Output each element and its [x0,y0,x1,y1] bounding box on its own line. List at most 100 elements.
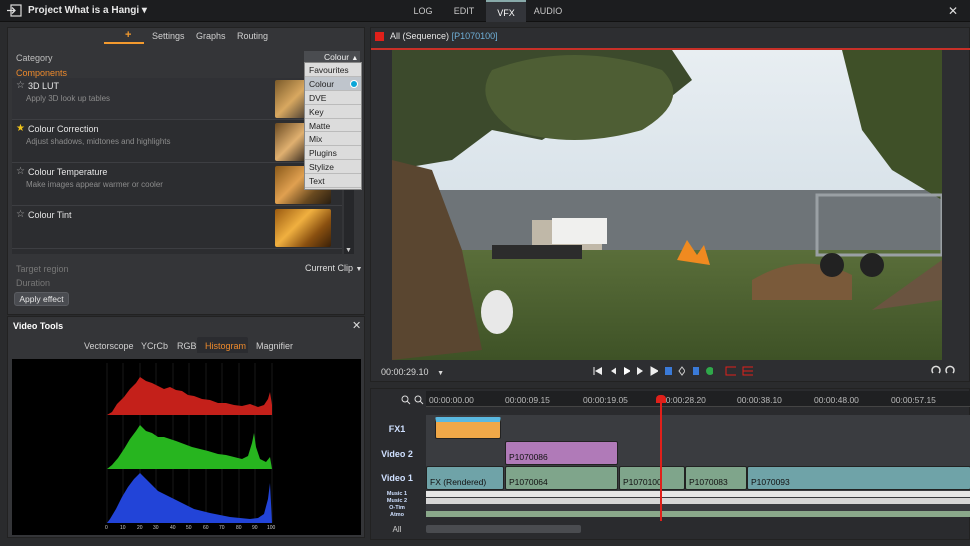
dropdown-item-mix[interactable]: Mix [305,132,361,147]
clip-marker-icon[interactable] [678,366,685,376]
step-forward-icon[interactable] [636,366,644,376]
music2-track[interactable] [426,498,970,504]
close-window-button[interactable]: ✕ [948,4,958,18]
atmo-track[interactable] [426,511,970,517]
zoom-out-icon[interactable] [414,395,424,405]
tab-audio[interactable]: AUDIO [528,0,568,22]
record-icon[interactable] [705,366,713,376]
track-label-all[interactable]: All [371,525,423,534]
tab-vectorscope[interactable]: Vectorscope [84,341,134,351]
safe-area-icon[interactable] [725,366,736,376]
favourite-star-icon[interactable]: ☆ [16,209,25,220]
timeline-panel: 00:00:00.00 00:00:09.15 00:00:19.05 00:0… [370,388,970,540]
list-item[interactable]: ☆ Colour Temperature Make images appear … [12,164,342,206]
grid-overlay-icon[interactable] [742,366,754,376]
skip-to-end-icon[interactable] [650,366,659,376]
track-label-video1[interactable]: Video 1 [371,473,423,483]
video-frame[interactable] [392,50,942,360]
video1-clip[interactable]: FX (Rendered) [426,466,504,490]
mark-in-icon[interactable] [664,366,673,376]
list-item[interactable]: ☆ Colour Tint [12,207,342,249]
video1-clip[interactable]: P1070083 [685,466,747,490]
ruler-label: 00:00:09.15 [505,395,550,405]
play-icon[interactable] [622,366,630,376]
transport-controls [593,364,754,378]
target-region-label: Target region [16,264,69,274]
skip-to-start-icon[interactable] [593,366,602,376]
dropdown-item-favourites[interactable]: Favourites [305,63,361,77]
tab-add-effect[interactable]: + [125,29,131,41]
histogram-green [107,425,272,469]
track-label-music2[interactable]: Music 2 [371,498,423,504]
target-region-select[interactable]: Current Clip ▼ [305,263,362,273]
dropdown-item-dve[interactable]: DVE [305,91,361,105]
axis-tick: 40 [170,525,176,531]
tab-magnifier[interactable]: Magnifier [256,341,293,351]
tab-routing[interactable]: Routing [237,31,268,41]
tab-ycrcb[interactable]: YCrCb [141,341,168,351]
project-title[interactable]: Project What is a Hangi ▾ [28,5,147,16]
video1-clip[interactable]: P1070100 [619,466,685,490]
undo-icon[interactable] [931,365,941,375]
histogram-chart: 0 10 20 30 40 50 60 70 80 90 100 [12,359,361,535]
category-dropdown[interactable]: Favourites Colour DVE Key Matte Mix Plug… [304,62,362,190]
tab-graphs[interactable]: Graphs [196,31,226,41]
apply-effect-button[interactable]: Apply effect [14,292,69,306]
histogram-axis: 0 10 20 30 40 50 60 70 80 90 100 [105,525,276,531]
ruler-label: 00:00:38.10 [737,395,782,405]
active-tab-underline [104,42,144,44]
playhead[interactable] [660,395,662,521]
dropdown-item-plugins[interactable]: Plugins [305,146,361,161]
music1-track[interactable] [426,491,970,497]
effect-name: Colour Tint [28,210,72,220]
track-label-otim[interactable]: O-Tim [371,505,423,511]
axis-tick: 80 [236,525,242,531]
tab-log[interactable]: LOG [404,0,442,22]
duration-label: Duration [16,278,51,288]
favourite-star-icon[interactable]: ☆ [16,166,25,177]
fx-clip[interactable] [435,417,501,439]
dropdown-item-text[interactable]: Text [305,174,361,189]
axis-tick: 100 [267,525,276,531]
favourite-star-icon[interactable]: ★ [16,123,25,134]
tab-rgb[interactable]: RGB [177,341,197,351]
record-indicator-icon [375,32,384,42]
viewer-header: All (Sequence) [P1070100] [375,31,498,42]
effect-name: 3D LUT [28,81,60,91]
track-label-music1[interactable]: Music 1 [371,491,423,497]
list-item[interactable]: ★ Colour Correction Adjust shadows, midt… [12,121,342,163]
timeline-scrollbar[interactable] [426,525,581,533]
list-item[interactable]: ☆ 3D LUT Apply 3D look up tables [12,78,342,120]
dropdown-item-key[interactable]: Key [305,105,361,119]
ruler-label: 00:00:28.20 [661,395,706,405]
exit-icon[interactable] [6,4,22,17]
video2-clip[interactable]: P1070086 [505,441,618,465]
favourite-star-icon[interactable]: ☆ [16,80,25,91]
viewer-timecode[interactable]: 00:00:29.10 ▼ [381,367,444,377]
effect-thumbnail [275,209,331,247]
mark-out-icon[interactable] [691,366,699,376]
tab-settings[interactable]: Settings [152,31,185,41]
close-icon[interactable]: ✕ [352,319,361,332]
dropdown-item-colour[interactable]: Colour [305,76,361,91]
tab-vfx[interactable]: VFX [486,0,526,22]
step-back-icon[interactable] [608,366,616,376]
redo-icon[interactable] [945,365,955,375]
tab-edit[interactable]: EDIT [444,0,484,22]
effect-name: Colour Temperature [28,167,108,177]
scroll-down-arrow-icon[interactable]: ▼ [345,247,352,254]
zoom-in-icon[interactable] [401,395,411,405]
viewer-panel: All (Sequence) [P1070100] 00:00:29.10 ▼ [370,27,970,382]
axis-tick: 90 [252,525,258,531]
track-label-atmo[interactable]: Atmo [371,512,423,518]
track-label-fx1[interactable]: FX1 [371,424,423,434]
effect-description: Make images appear warmer or cooler [26,180,163,189]
video1-clip[interactable]: P1070093 [747,466,970,490]
track-label-video2[interactable]: Video 2 [371,449,423,459]
playhead-handle[interactable] [656,395,666,403]
tab-histogram[interactable]: Histogram [205,341,246,351]
dropdown-item-matte[interactable]: Matte [305,119,361,133]
video1-clip[interactable]: P1070064 [505,466,618,490]
dropdown-item-stylize[interactable]: Stylize [305,160,361,175]
panel-title: Video Tools [13,321,64,331]
